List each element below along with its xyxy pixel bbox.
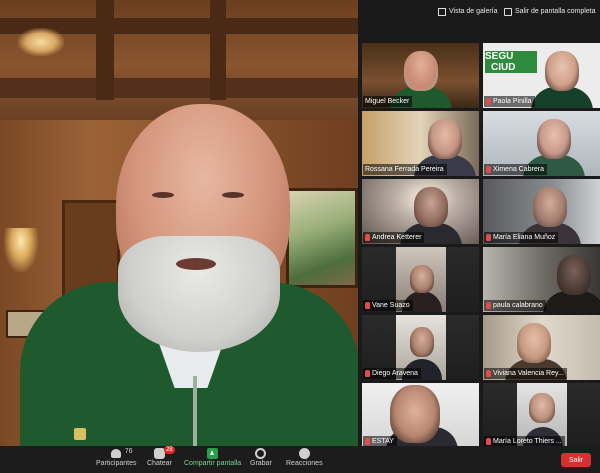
- exit-fullscreen-button[interactable]: Salir de pantalla completa: [504, 4, 596, 19]
- background-sign: SEGU CIUD: [485, 51, 537, 73]
- gallery-top-bar: Vista de galería Salir de pantalla compl…: [358, 0, 600, 24]
- participant-face: [517, 323, 551, 363]
- gallery-view-button[interactable]: Vista de galería: [438, 4, 498, 19]
- participant-face: [390, 385, 440, 443]
- active-speaker-video: [0, 0, 358, 446]
- muted-mic-icon: [365, 234, 370, 241]
- participants-count: 76: [124, 448, 133, 455]
- muted-mic-icon: [486, 234, 491, 241]
- participant-gallery: Vista de galería Salir de pantalla compl…: [358, 0, 600, 448]
- muted-mic-icon: [486, 98, 491, 105]
- share-screen-button[interactable]: Compartir pantalla: [184, 448, 241, 467]
- participant-tile[interactable]: ESTAY: [362, 383, 479, 448]
- wall-painting: [286, 188, 358, 288]
- participant-tile[interactable]: Andrea Ketterer: [362, 179, 479, 244]
- participant-tile[interactable]: Ximena Cabrera: [483, 111, 600, 176]
- leave-meeting-button[interactable]: Salir: [561, 453, 591, 467]
- participant-tile[interactable]: Vane Suazo: [362, 247, 479, 312]
- meeting-toolbar: 76 Participantes 28 Chatear Compartir pa…: [0, 446, 600, 473]
- reactions-icon: [298, 448, 310, 459]
- participant-face: [414, 187, 448, 227]
- participants-button[interactable]: 76 Participantes: [96, 448, 136, 467]
- participant-tile[interactable]: María Eliana Muñoz: [483, 179, 600, 244]
- wall-lamp: [4, 228, 38, 272]
- participants-icon: [110, 449, 121, 458]
- participant-tile[interactable]: Rossana Ferrada Pereira: [362, 111, 479, 176]
- muted-mic-icon: [486, 370, 491, 377]
- record-icon: [255, 448, 267, 459]
- participant-face: [529, 393, 555, 423]
- ceiling-light: [18, 28, 64, 56]
- exit-fullscreen-icon: [504, 7, 512, 16]
- muted-mic-icon: [365, 370, 370, 377]
- record-button[interactable]: Grabar: [250, 448, 272, 467]
- participant-face: [404, 51, 438, 91]
- participant-face: [545, 51, 579, 91]
- participant-tile[interactable]: Diego Aravena: [362, 315, 479, 380]
- share-screen-icon: [207, 448, 219, 459]
- participant-face: [428, 119, 462, 159]
- muted-mic-icon: [486, 302, 491, 309]
- participant-face: [537, 119, 571, 159]
- speaker-beard: [118, 236, 280, 352]
- chat-unread-badge: 28: [163, 446, 175, 454]
- participant-tile[interactable]: María Loreto Thiers ...: [483, 383, 600, 448]
- participant-face: [533, 187, 567, 227]
- muted-mic-icon: [365, 302, 370, 309]
- reactions-button[interactable]: Reacciones: [286, 448, 323, 467]
- participant-tile[interactable]: Miguel Becker: [362, 43, 479, 108]
- participant-tile[interactable]: SEGU CIUD Paola Pinilla: [483, 43, 600, 108]
- participant-face: [410, 265, 434, 293]
- grid-icon: [438, 7, 446, 16]
- muted-mic-icon: [486, 438, 491, 445]
- participant-face: [557, 255, 591, 295]
- muted-mic-icon: [365, 438, 370, 445]
- lapel-pin: [74, 428, 86, 440]
- participant-tile[interactable]: Viviana Valencia Rey...: [483, 315, 600, 380]
- participant-tile[interactable]: paula calabrano: [483, 247, 600, 312]
- chat-button[interactable]: 28 Chatear: [147, 446, 175, 467]
- muted-mic-icon: [486, 166, 491, 173]
- participant-face: [410, 327, 434, 357]
